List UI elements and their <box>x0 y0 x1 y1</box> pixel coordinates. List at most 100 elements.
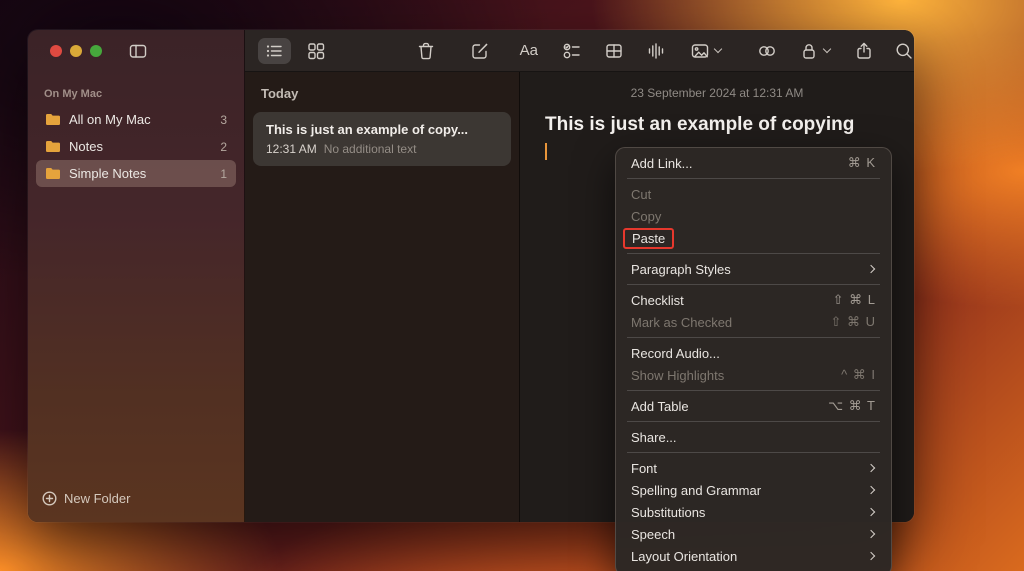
menu-separator <box>627 178 880 179</box>
menu-item-label: Paragraph Styles <box>631 262 868 277</box>
traffic-lights <box>50 45 102 57</box>
format-aa-icon: Aa <box>520 42 538 59</box>
menu-item-mark-as-checked: Mark as Checked ⇧ ⌘ U <box>621 311 886 333</box>
sidebar-item-count: 2 <box>220 140 227 154</box>
submenu-chevron-icon <box>867 530 875 538</box>
note-list-item[interactable]: This is just an example of copy... 12:31… <box>253 112 511 166</box>
zoom-button[interactable] <box>90 45 102 57</box>
menu-separator <box>627 421 880 422</box>
sidebar-item-simple-notes[interactable]: Simple Notes 1 <box>36 160 236 187</box>
note-item-preview: No additional text <box>324 142 417 156</box>
submenu-chevron-icon <box>867 508 875 516</box>
submenu-chevron-icon <box>867 486 875 494</box>
toolbar: Aa <box>245 30 914 72</box>
menu-item-layout-orientation[interactable]: Layout Orientation <box>621 545 886 567</box>
menu-item-label: Copy <box>631 209 876 224</box>
menu-item-checklist[interactable]: Checklist ⇧ ⌘ L <box>621 289 886 311</box>
menu-item-cut: Cut <box>621 183 886 205</box>
menu-item-add-table[interactable]: Add Table ⌥ ⌘ T <box>621 395 886 417</box>
notes-list: Today This is just an example of copy...… <box>245 72 520 522</box>
menu-item-substitutions[interactable]: Substitutions <box>621 501 886 523</box>
search-icon <box>894 41 914 61</box>
note-title: This is just an example of copying <box>545 114 890 136</box>
folder-icon <box>45 167 61 180</box>
menu-item-label: Font <box>631 461 868 476</box>
menu-item-shortcut: ^ ⌘ I <box>841 367 876 383</box>
compose-icon <box>470 41 490 61</box>
menu-item-font[interactable]: Font <box>621 457 886 479</box>
sidebar-item-label: All on My Mac <box>69 112 151 127</box>
menu-item-label: Checklist <box>631 293 833 308</box>
menu-separator <box>627 253 880 254</box>
sidebar: On My Mac All on My Mac 3 Notes 2 Simple… <box>28 30 245 522</box>
menu-separator <box>627 390 880 391</box>
list-view-icon <box>264 41 284 61</box>
format-text-button[interactable]: Aa <box>520 42 538 59</box>
list-view-button[interactable] <box>258 38 291 64</box>
menu-item-label: Record Audio... <box>631 346 876 361</box>
folder-icon <box>45 140 61 153</box>
new-folder-button[interactable]: New Folder <box>28 491 244 522</box>
menu-item-label: Add Table <box>631 399 828 414</box>
sidebar-item-notes[interactable]: Notes 2 <box>36 133 236 160</box>
text-caret <box>545 143 547 160</box>
search-button[interactable] <box>894 41 914 61</box>
menu-item-shortcut: ⇧ ⌘ U <box>830 314 876 330</box>
menu-item-share[interactable]: Share... <box>621 426 886 448</box>
sidebar-item-label: Notes <box>69 139 103 154</box>
menu-item-show-highlights: Show Highlights ^ ⌘ I <box>621 364 886 386</box>
close-button[interactable] <box>50 45 62 57</box>
add-link-button[interactable] <box>757 41 777 61</box>
menu-item-label: Show Highlights <box>631 368 841 383</box>
paste-annotation-box: Paste <box>623 228 674 249</box>
menu-separator <box>627 452 880 453</box>
submenu-chevron-icon <box>867 552 875 560</box>
menu-item-paragraph-styles[interactable]: Paragraph Styles <box>621 258 886 280</box>
gallery-view-icon <box>306 41 326 61</box>
menu-item-shortcut: ⇧ ⌘ L <box>833 292 876 308</box>
media-button[interactable] <box>690 41 721 61</box>
menu-item-spelling-and-grammar[interactable]: Spelling and Grammar <box>621 479 886 501</box>
submenu-chevron-icon <box>867 464 875 472</box>
menu-item-shortcut: ⌥ ⌘ T <box>828 398 876 414</box>
new-folder-label: New Folder <box>64 491 130 506</box>
plus-circle-icon <box>42 491 57 506</box>
menu-item-copy: Copy <box>621 205 886 227</box>
menu-item-label: Speech <box>631 527 868 542</box>
media-icon <box>690 41 710 61</box>
context-menu: Add Link... ⌘ K Cut Copy Paste Paragraph… <box>615 147 892 571</box>
table-button[interactable] <box>604 41 624 61</box>
note-item-time: 12:31 AM <box>266 142 317 156</box>
menu-item-label: Cut <box>631 187 876 202</box>
note-date-header: 23 September 2024 at 12:31 AM <box>520 86 914 100</box>
checklist-button[interactable] <box>562 41 582 61</box>
sidebar-item-count: 1 <box>220 167 227 181</box>
sidebar-item-all-on-my-mac[interactable]: All on My Mac 3 <box>36 106 236 133</box>
lock-button[interactable] <box>799 41 830 61</box>
notes-list-section-header: Today <box>261 86 519 101</box>
share-button[interactable] <box>854 41 874 61</box>
gallery-view-button[interactable] <box>306 41 326 61</box>
sidebar-toggle-icon[interactable] <box>128 41 148 61</box>
delete-note-button[interactable] <box>416 41 436 61</box>
audio-button[interactable] <box>646 41 666 61</box>
menu-separator <box>627 337 880 338</box>
menu-item-label: Substitutions <box>631 505 868 520</box>
menu-item-label: Share... <box>631 430 876 445</box>
share-icon <box>854 41 874 61</box>
audio-waveform-icon <box>646 41 666 61</box>
menu-item-paste[interactable]: Paste <box>621 227 886 249</box>
sidebar-section-header: On My Mac <box>44 88 228 100</box>
chevron-down-icon <box>823 45 831 53</box>
menu-item-record-audio[interactable]: Record Audio... <box>621 342 886 364</box>
compose-note-button[interactable] <box>470 41 490 61</box>
minimize-button[interactable] <box>70 45 82 57</box>
menu-item-label: Layout Orientation <box>631 549 868 564</box>
menu-item-speech[interactable]: Speech <box>621 523 886 545</box>
submenu-chevron-icon <box>867 265 875 273</box>
folder-icon <box>45 113 61 126</box>
menu-item-label: Spelling and Grammar <box>631 483 868 498</box>
trash-icon <box>416 41 436 61</box>
menu-item-add-link[interactable]: Add Link... ⌘ K <box>621 152 886 174</box>
sidebar-item-count: 3 <box>220 113 227 127</box>
